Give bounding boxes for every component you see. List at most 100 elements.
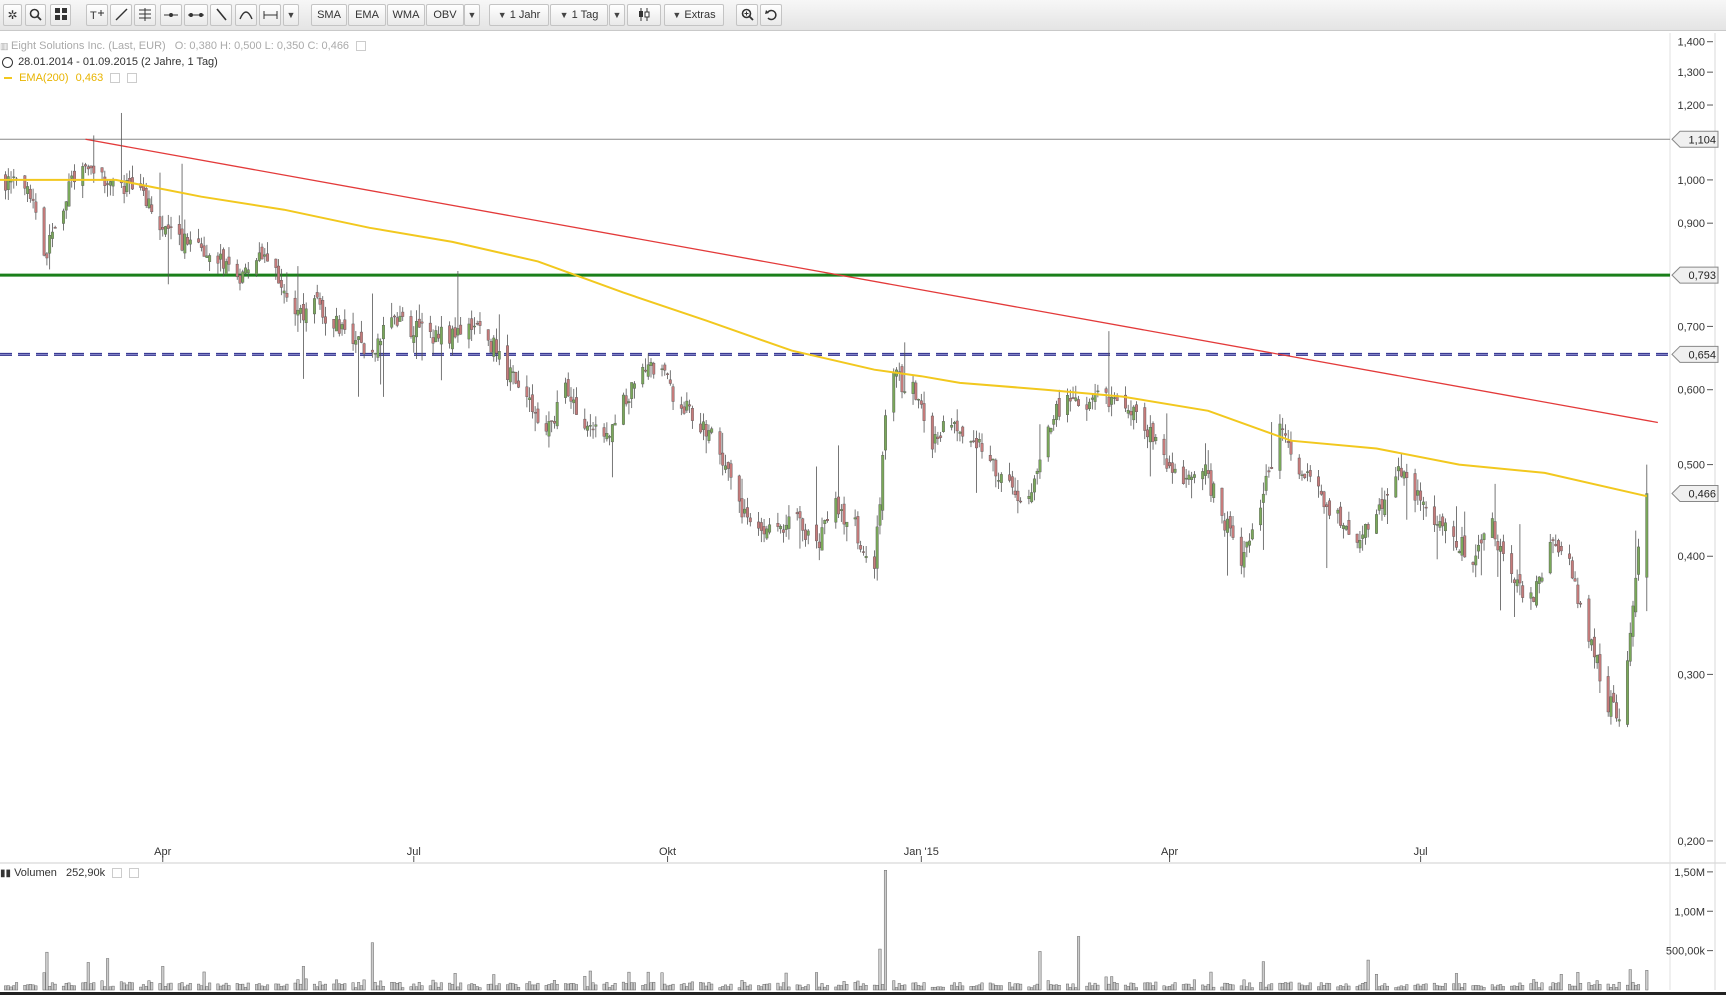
candle-body: [939, 435, 943, 438]
candle-body: [467, 323, 471, 340]
volume-bar: [67, 982, 71, 991]
y-tick-label: 0,400: [1677, 551, 1705, 563]
candle-body: [1281, 428, 1285, 430]
volume-bar: [1016, 983, 1020, 991]
volume-bar: [563, 983, 567, 991]
volume-bar: [1598, 984, 1602, 991]
volume-bar: [977, 984, 981, 991]
volume-bar: [199, 985, 203, 991]
volume-bar: [1286, 982, 1290, 991]
volume-bar: [1162, 985, 1166, 991]
candle-body: [53, 226, 57, 229]
candle-body: [495, 339, 498, 354]
candle-body: [1363, 524, 1367, 538]
volume-bar: [1419, 985, 1423, 991]
volume-bar: [1435, 985, 1439, 991]
candle-body: [1035, 470, 1039, 474]
candle-body: [839, 509, 843, 512]
candle-body: [108, 181, 112, 186]
volume-bar: [448, 982, 452, 991]
volume-close-icon[interactable]: [129, 868, 140, 879]
volume-bar: [1515, 986, 1519, 991]
candle-body: [1402, 471, 1406, 479]
candle-body: [1493, 521, 1497, 540]
candle-body: [439, 326, 443, 345]
volume-bar: [1259, 982, 1263, 991]
volume-bar: [1358, 984, 1362, 991]
y-tick-label: 1,400: [1677, 37, 1705, 49]
candle-body: [569, 396, 573, 402]
volume-bar: [1030, 987, 1034, 991]
ema-settings-icon[interactable]: [110, 73, 121, 84]
candle-body: [572, 399, 576, 404]
volume-bar: [823, 986, 827, 991]
candle-body: [699, 423, 703, 433]
candle-body: [1598, 654, 1602, 682]
volume-bar: [1614, 987, 1618, 991]
candle-body: [1551, 539, 1555, 542]
candle-body: [660, 368, 664, 370]
volume-bar: [1477, 985, 1481, 991]
y-tick-label: 0,900: [1677, 218, 1705, 230]
volume-bar: [263, 986, 267, 991]
candle-body: [845, 521, 849, 527]
volume-bar: [1474, 985, 1478, 991]
ema-close-icon[interactable]: [127, 73, 138, 84]
x-tick-label: Apr: [154, 846, 171, 858]
volume-bar: [1361, 983, 1365, 991]
candle-body: [1038, 459, 1042, 473]
volume-bar: [1493, 986, 1497, 991]
candle-body: [1501, 541, 1505, 554]
volume-bar: [757, 985, 761, 991]
volume-bar: [398, 982, 402, 991]
volume-bar: [936, 986, 940, 991]
volume-bar: [340, 984, 344, 991]
volume-settings-icon[interactable]: [112, 868, 123, 879]
candle-body: [166, 224, 170, 229]
volume-bar: [64, 983, 68, 991]
volume-bar: [511, 983, 515, 991]
candle-body: [644, 369, 647, 372]
volume-bar: [798, 984, 802, 991]
volume-bar: [1441, 986, 1445, 991]
volume-bar: [1540, 982, 1544, 991]
volume-tick-label: 1,50M: [1674, 867, 1705, 879]
candle-body: [141, 185, 145, 191]
candle-body: [950, 425, 954, 428]
volume-bar: [919, 985, 923, 991]
candle-body: [219, 253, 223, 260]
y-tick-label: 0,200: [1677, 836, 1705, 848]
candle-body: [975, 438, 978, 449]
volume-bar: [1173, 982, 1177, 991]
candle-body: [1490, 518, 1494, 538]
volume-bar: [1165, 986, 1169, 991]
candle-body: [746, 507, 749, 518]
volume-bar: [803, 986, 807, 991]
volume-bar: [688, 982, 692, 991]
volume-bar: [169, 982, 173, 991]
volume-bar: [1432, 982, 1436, 991]
volume-bar: [1297, 982, 1301, 991]
volume-bar: [260, 985, 264, 991]
candle-body: [227, 256, 231, 265]
volume-bar: [922, 982, 926, 991]
candle-body: [1375, 514, 1378, 534]
legend-settings-icon[interactable]: [356, 41, 367, 52]
volume-bar: [119, 981, 123, 991]
volume-bar: [699, 982, 703, 991]
volume-bar: [621, 981, 625, 991]
y-tick-label: 0,700: [1677, 321, 1705, 333]
candle-body: [50, 231, 54, 239]
price-tag-1: 0,793: [1688, 270, 1716, 282]
volume-bar: [933, 986, 937, 991]
volume-bar: [216, 983, 220, 991]
volume-bar: [4, 985, 8, 991]
price-chart[interactable]: 1,400 1,300 1,200 1,000 0,900 0,700 0,600 0,500…: [0, 0, 1726, 995]
volume-bar: [1592, 984, 1596, 991]
candle-body: [301, 303, 305, 321]
volume-bar: [1010, 986, 1014, 991]
candle-body: [528, 397, 532, 400]
volume-bar: [641, 985, 645, 991]
volume-bar: [50, 982, 54, 991]
volume-bar: [671, 983, 675, 991]
